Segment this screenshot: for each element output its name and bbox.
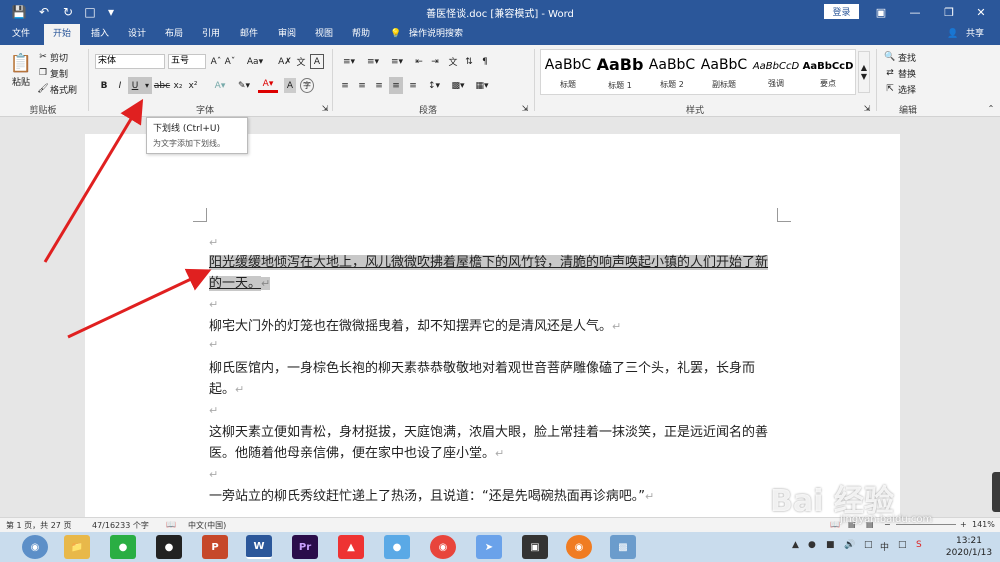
- arrow-to-underline: [43, 98, 144, 263]
- annotation-arrows: [43, 98, 212, 339]
- arrow-to-text: [67, 268, 212, 339]
